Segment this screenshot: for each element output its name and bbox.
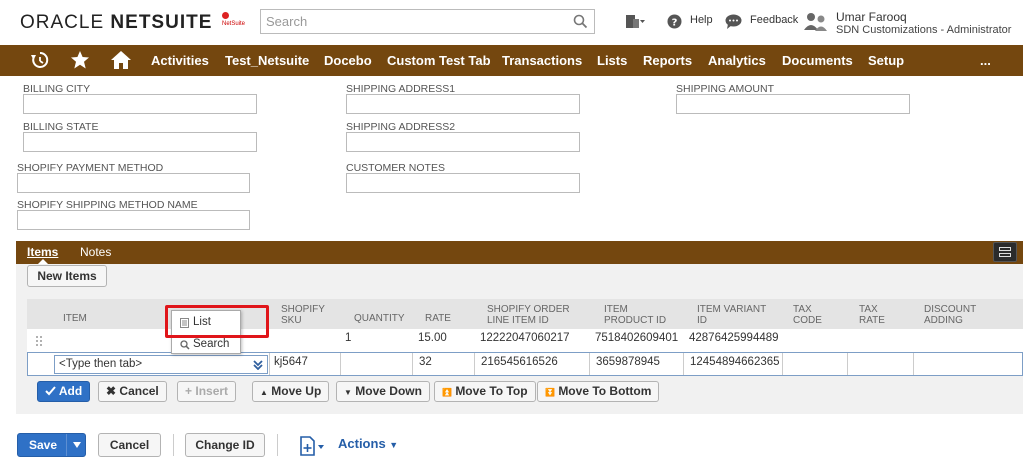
account-logo: NetSuite: [222, 12, 248, 28]
new-record-icon[interactable]: [298, 436, 326, 456]
search-icon[interactable]: [573, 14, 588, 29]
feedback-link[interactable]: Feedback: [750, 14, 798, 26]
nav-activities[interactable]: Activities: [151, 53, 209, 68]
feedback-icon[interactable]: [725, 14, 742, 29]
move-bottom-icon: ⏬: [545, 388, 555, 397]
annotation-highlight-box: [165, 305, 269, 338]
checkmark-icon: [45, 386, 56, 396]
column-header-shopify-sku[interactable]: SHOPIFY SKU: [281, 304, 325, 326]
drag-handle-icon[interactable]: [35, 335, 43, 347]
subtab-items[interactable]: Items: [27, 245, 58, 259]
nav-transactions[interactable]: Transactions: [502, 53, 582, 68]
column-header-discount-adding[interactable]: DISCOUNT ADDING: [924, 304, 976, 326]
nav-documents[interactable]: Documents: [782, 53, 853, 68]
line-item-id-cell[interactable]: 12222047060217: [480, 332, 570, 344]
product-id-cell[interactable]: 3659878945: [596, 356, 660, 368]
nav-analytics[interactable]: Analytics: [708, 53, 766, 68]
main-navigation: Activities Test_Netsuite Docebo Custom T…: [0, 45, 1023, 76]
nav-setup[interactable]: Setup: [868, 53, 904, 68]
nav-test-netsuite[interactable]: Test_Netsuite: [225, 53, 309, 68]
cancel-line-button[interactable]: ✖ Cancel: [98, 381, 167, 402]
quantity-cell[interactable]: 1: [345, 332, 351, 344]
global-header: ORACLE NETSUITE NetSuite ? Help Feedback…: [0, 0, 1023, 45]
arrow-down-icon: ▼: [344, 388, 352, 397]
arrow-up-icon: ▲: [260, 388, 268, 397]
layout-toggle-icon[interactable]: [993, 242, 1017, 262]
column-header-shopify-order-line-item-id[interactable]: SHOPIFY ORDER LINE ITEM ID: [487, 304, 570, 326]
insert-line-button[interactable]: + Insert: [177, 381, 237, 402]
billing-state-field[interactable]: [23, 132, 257, 152]
column-header-item-variant-id[interactable]: ITEM VARIANT ID: [697, 304, 766, 326]
move-to-bottom-button[interactable]: ⏬ Move To Bottom: [537, 381, 660, 402]
sku-cell[interactable]: kj5647: [274, 356, 308, 368]
search-icon: [180, 340, 190, 350]
customer-notes-field[interactable]: [346, 173, 580, 193]
plus-icon: +: [185, 384, 193, 398]
recent-records-icon[interactable]: [30, 50, 50, 70]
subtab-bar: Items Notes: [16, 241, 1023, 264]
user-role[interactable]: SDN Customizations - Administrator: [836, 24, 1011, 36]
shortcuts-star-icon[interactable]: [70, 50, 90, 70]
save-button[interactable]: Save: [17, 433, 86, 457]
create-new-icon[interactable]: [624, 13, 646, 31]
save-dropdown-icon[interactable]: [73, 442, 81, 448]
shopify-shipping-method-name-field[interactable]: [17, 210, 250, 230]
global-search[interactable]: [260, 9, 595, 34]
shopify-payment-method-field[interactable]: [17, 173, 250, 193]
nav-reports[interactable]: Reports: [643, 53, 692, 68]
variant-id-cell[interactable]: 12454894662365: [690, 356, 780, 368]
caret-down-icon: ▼: [389, 440, 399, 450]
column-header-rate[interactable]: RATE: [425, 313, 451, 324]
search-input[interactable]: [261, 10, 561, 33]
nav-lists[interactable]: Lists: [597, 53, 627, 68]
column-header-item-product-id[interactable]: ITEM PRODUCT ID: [604, 304, 666, 326]
new-items-button[interactable]: New Items: [27, 265, 107, 287]
help-icon[interactable]: ?: [667, 14, 682, 29]
help-link[interactable]: Help: [690, 14, 713, 26]
user-role-icon[interactable]: [803, 12, 831, 32]
double-chevron-down-icon[interactable]: [253, 360, 263, 370]
svg-text:?: ?: [672, 18, 678, 29]
item-select-field[interactable]: <Type then tab>: [54, 355, 268, 374]
actions-menu[interactable]: Actions ▼: [338, 436, 398, 451]
cancel-button[interactable]: Cancel: [98, 433, 161, 457]
shipping-address1-field[interactable]: [346, 94, 580, 114]
move-down-button[interactable]: ▼ Move Down: [336, 381, 430, 402]
column-header-tax-rate[interactable]: TAX RATE: [859, 304, 885, 326]
nav-custom-test-tab[interactable]: Custom Test Tab: [387, 53, 491, 68]
rate-cell[interactable]: 15.00: [418, 332, 447, 344]
oracle-netsuite-logo[interactable]: ORACLE NETSUITE: [20, 12, 212, 34]
shipping-amount-field[interactable]: [676, 94, 910, 114]
column-header-tax-code[interactable]: TAX CODE: [793, 304, 822, 326]
change-id-button[interactable]: Change ID: [185, 433, 265, 457]
user-name[interactable]: Umar Farooq: [836, 10, 907, 24]
rate-cell[interactable]: 32: [419, 356, 432, 368]
subtab-notes[interactable]: Notes: [80, 245, 111, 259]
move-up-button[interactable]: ▲ Move Up: [252, 381, 330, 402]
home-icon[interactable]: [110, 50, 132, 70]
table-row-editing[interactable]: <Type then tab> kj5647 32 216545616526 3…: [27, 352, 1023, 376]
product-id-cell[interactable]: 7518402609401: [595, 332, 678, 344]
nav-docebo[interactable]: Docebo: [324, 53, 372, 68]
add-line-button[interactable]: Add: [37, 381, 91, 402]
nav-more[interactable]: ...: [980, 53, 991, 68]
shipping-address2-field[interactable]: [346, 132, 580, 152]
menu-item-search[interactable]: Search: [193, 338, 229, 350]
x-icon: ✖: [106, 384, 117, 398]
move-top-icon: ⏫: [442, 388, 452, 397]
column-header-quantity[interactable]: QUANTITY: [354, 313, 405, 324]
billing-city-field[interactable]: [23, 94, 257, 114]
variant-id-cell[interactable]: 42876425994489: [689, 332, 779, 344]
line-item-id-cell[interactable]: 216545616526: [481, 356, 558, 368]
column-header-item[interactable]: ITEM: [63, 313, 87, 324]
move-to-top-button[interactable]: ⏫ Move To Top: [434, 381, 536, 402]
